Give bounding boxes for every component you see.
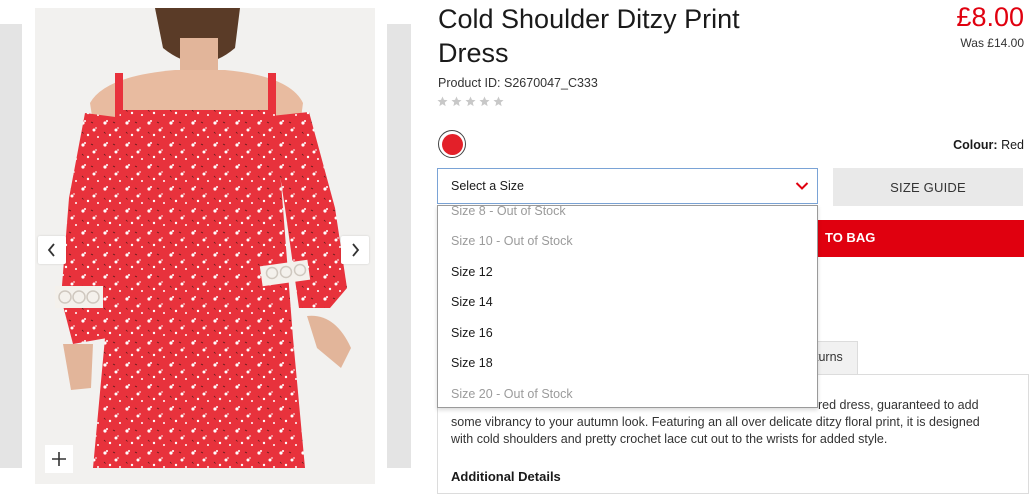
size-option[interactable]: Size 12 [451, 265, 493, 279]
chevron-down-icon [795, 182, 809, 190]
size-option[interactable]: Size 20 - Out of Stock [451, 387, 573, 401]
product-title: Cold Shoulder Ditzy Print Dress [438, 2, 838, 70]
current-price: £8.00 [956, 2, 1024, 32]
additional-details-heading: Additional Details [451, 469, 561, 484]
star-icon [451, 96, 462, 107]
star-icon [465, 96, 476, 107]
plus-icon [52, 452, 66, 466]
size-option[interactable]: Size 14 [451, 295, 493, 309]
size-select-value: Select a Size [451, 179, 524, 193]
product-id: Product ID: S2670047_C333 [438, 76, 598, 90]
size-guide-button[interactable]: SIZE GUIDE [833, 168, 1023, 206]
star-icon [493, 96, 504, 107]
rating-stars[interactable] [437, 96, 504, 107]
swatch-fill [441, 133, 463, 155]
add-to-bag-label: TO BAG [825, 230, 876, 245]
size-option[interactable]: Size 10 - Out of Stock [451, 234, 573, 248]
size-option[interactable]: Size 16 [451, 326, 493, 340]
next-image-button[interactable] [341, 236, 369, 264]
star-icon [437, 96, 448, 107]
size-select[interactable]: Select a Size [437, 168, 818, 204]
dress-model-image [55, 8, 351, 468]
previous-image-thumbnail[interactable] [0, 24, 22, 468]
previous-image-button[interactable] [38, 236, 66, 264]
description-line-1: red dress, guaranteed to add [818, 398, 979, 412]
chevron-left-icon [47, 243, 55, 257]
description-line-2: some vibrancy to your autumn look. Featu… [451, 415, 980, 429]
next-image-thumbnail[interactable] [387, 24, 411, 468]
was-price: Was £14.00 [960, 36, 1024, 50]
colour-indicator: Colour: Red [953, 138, 1024, 152]
description-line-3: with cold shoulders and pretty crochet l… [451, 432, 888, 446]
size-option[interactable]: Size 8 - Out of Stock [451, 206, 566, 218]
size-option[interactable]: Size 18 [451, 356, 493, 370]
tab-returns-label: turns [815, 350, 843, 364]
chevron-right-icon [352, 243, 360, 257]
colour-value: Red [1001, 138, 1024, 152]
zoom-button[interactable] [45, 445, 73, 473]
star-icon [479, 96, 490, 107]
colour-swatch-red[interactable] [438, 130, 466, 158]
product-title-line2: Dress [438, 38, 509, 68]
product-title-line1: Cold Shoulder Ditzy Print [438, 4, 740, 34]
size-dropdown-list[interactable]: Size 8 - Out of Stock Size 10 - Out of S… [437, 205, 818, 408]
colour-label: Colour: [953, 138, 998, 152]
product-photo [35, 8, 375, 484]
